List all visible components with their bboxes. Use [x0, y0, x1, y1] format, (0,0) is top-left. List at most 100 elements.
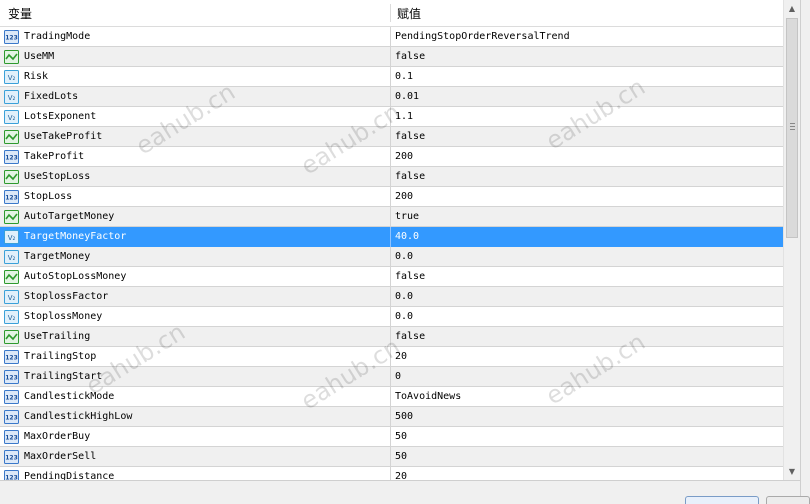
- parameter-name: CandlestickMode: [24, 391, 115, 402]
- cell-divider: [390, 367, 391, 387]
- parameter-row-risk[interactable]: V₂ Risk 0.1: [0, 67, 783, 87]
- parameter-name: TrailingStart: [24, 371, 103, 382]
- scroll-down-arrow-icon[interactable]: ▼: [784, 463, 800, 480]
- integer-type-icon: 123: [4, 389, 19, 404]
- svg-text:V₂: V₂: [8, 254, 16, 262]
- parameter-value[interactable]: ToAvoidNews: [395, 387, 461, 407]
- parameter-row-candlestickmode[interactable]: 123 CandlestickMode ToAvoidNews: [0, 387, 783, 407]
- parameter-name: FixedLots: [24, 91, 79, 102]
- cell-divider: [390, 47, 391, 67]
- parameter-row-trailingstop[interactable]: 123 TrailingStop 20: [0, 347, 783, 367]
- parameter-value[interactable]: PendingStopOrderReversalTrend: [395, 27, 570, 47]
- parameter-row-takeprofit[interactable]: 123 TakeProfit 200: [0, 147, 783, 167]
- integer-type-icon: 123: [4, 409, 19, 424]
- parameter-row-usemm[interactable]: UseMM false: [0, 47, 783, 67]
- parameter-value[interactable]: 20: [395, 347, 407, 367]
- parameter-value[interactable]: 1.1: [395, 107, 413, 127]
- cancel-button[interactable]: [766, 496, 810, 504]
- parameter-value[interactable]: false: [395, 47, 425, 67]
- cell-divider: [390, 467, 391, 480]
- parameter-name: UseTakeProfit: [24, 131, 103, 142]
- parameter-value[interactable]: 0.0: [395, 307, 413, 327]
- parameter-value[interactable]: 50: [395, 427, 407, 447]
- parameter-row-lotsexponent[interactable]: V₂ LotsExponent 1.1: [0, 107, 783, 127]
- integer-type-icon: 123: [4, 369, 19, 384]
- double-type-icon: V₂: [4, 289, 19, 304]
- parameter-row-targetmoneyfactor[interactable]: V₂ TargetMoneyFactor 40.0: [0, 227, 783, 247]
- boolean-type-icon: [4, 169, 19, 184]
- parameter-row-autotargetmoney[interactable]: AutoTargetMoney true: [0, 207, 783, 227]
- parameter-name: UseTrailing: [24, 331, 91, 342]
- parameter-name: TrailingStop: [24, 351, 97, 362]
- cell-divider: [390, 27, 391, 47]
- parameter-value[interactable]: 50: [395, 447, 407, 467]
- grid-header: 变量 赋值: [0, 0, 783, 27]
- parameter-value[interactable]: 200: [395, 147, 413, 167]
- parameter-name: UseMM: [24, 51, 55, 62]
- integer-type-icon: 123: [4, 29, 19, 44]
- integer-type-icon: 123: [4, 449, 19, 464]
- scrollbar-thumb[interactable]: [786, 18, 798, 238]
- thumb-grip-icon: [790, 123, 795, 124]
- parameter-row-stoplossfactor[interactable]: V₂ StoplossFactor 0.0: [0, 287, 783, 307]
- parameter-value[interactable]: false: [395, 267, 425, 287]
- column-header-variable[interactable]: 变量: [8, 0, 32, 26]
- parameter-value[interactable]: false: [395, 167, 425, 187]
- cell-divider: [390, 267, 391, 287]
- column-divider[interactable]: [390, 4, 391, 22]
- svg-text:123: 123: [5, 415, 18, 422]
- parameter-row-usetakeprofit[interactable]: UseTakeProfit false: [0, 127, 783, 147]
- parameter-value[interactable]: 20: [395, 467, 407, 480]
- ok-button[interactable]: [685, 496, 759, 504]
- parameter-value[interactable]: 0.1: [395, 67, 413, 87]
- cell-divider: [390, 427, 391, 447]
- parameter-row-maxordersell[interactable]: 123 MaxOrderSell 50: [0, 447, 783, 467]
- parameter-row-autostoplossmoney[interactable]: AutoStopLossMoney false: [0, 267, 783, 287]
- svg-text:123: 123: [5, 155, 18, 162]
- parameter-name: MaxOrderBuy: [24, 431, 91, 442]
- svg-text:V₂: V₂: [8, 94, 16, 102]
- parameter-row-stoplossmoney[interactable]: V₂ StoplossMoney 0.0: [0, 307, 783, 327]
- svg-text:V₂: V₂: [8, 234, 16, 242]
- svg-text:V₂: V₂: [8, 294, 16, 302]
- parameter-row-maxorderbuy[interactable]: 123 MaxOrderBuy 50: [0, 427, 783, 447]
- boolean-type-icon: [4, 49, 19, 64]
- parameter-value[interactable]: false: [395, 327, 425, 347]
- parameter-value[interactable]: 200: [395, 187, 413, 207]
- parameter-row-usestoploss[interactable]: UseStopLoss false: [0, 167, 783, 187]
- parameter-value[interactable]: 0.0: [395, 247, 413, 267]
- parameter-row-trailingstart[interactable]: 123 TrailingStart 0: [0, 367, 783, 387]
- column-header-value[interactable]: 赋值: [397, 0, 421, 26]
- parameter-value[interactable]: true: [395, 207, 419, 227]
- parameter-row-usetrailing[interactable]: UseTrailing false: [0, 327, 783, 347]
- parameter-value[interactable]: 40.0: [395, 227, 419, 247]
- parameter-row-candlestickhighlow[interactable]: 123 CandlestickHighLow 500: [0, 407, 783, 427]
- parameter-row-targetmoney[interactable]: V₂ TargetMoney 0.0: [0, 247, 783, 267]
- parameter-value[interactable]: 0.01: [395, 87, 419, 107]
- cell-divider: [390, 107, 391, 127]
- double-type-icon: V₂: [4, 109, 19, 124]
- parameter-value[interactable]: 0: [395, 367, 401, 387]
- parameter-row-tradingmode[interactable]: 123 TradingMode PendingStopOrderReversalTr…: [0, 27, 783, 47]
- parameter-name: AutoTargetMoney: [24, 211, 115, 222]
- double-type-icon: V₂: [4, 69, 19, 84]
- svg-text:V₂: V₂: [8, 314, 16, 322]
- parameter-row-stoploss[interactable]: 123 StopLoss 200: [0, 187, 783, 207]
- parameter-row-pendingdistance[interactable]: 123 PendingDistance 20: [0, 467, 783, 480]
- thumb-grip-icon: [790, 126, 795, 127]
- parameter-rows: 123 TradingMode PendingStopOrderReversalTr…: [0, 27, 783, 480]
- boolean-type-icon: [4, 129, 19, 144]
- parameter-value[interactable]: 500: [395, 407, 413, 427]
- vertical-scrollbar[interactable]: ▲ ▼: [783, 0, 800, 480]
- parameter-row-fixedlots[interactable]: V₂ FixedLots 0.01: [0, 87, 783, 107]
- parameter-value[interactable]: 0.0: [395, 287, 413, 307]
- parameter-name: TakeProfit: [24, 151, 85, 162]
- scroll-up-arrow-icon[interactable]: ▲: [784, 0, 800, 17]
- integer-type-icon: 123: [4, 429, 19, 444]
- parameter-name: StoplossFactor: [24, 291, 109, 302]
- parameter-name: UseStopLoss: [24, 171, 91, 182]
- svg-text:123: 123: [5, 35, 18, 42]
- parameter-value[interactable]: false: [395, 127, 425, 147]
- svg-text:V₂: V₂: [8, 74, 16, 82]
- cell-divider: [390, 87, 391, 107]
